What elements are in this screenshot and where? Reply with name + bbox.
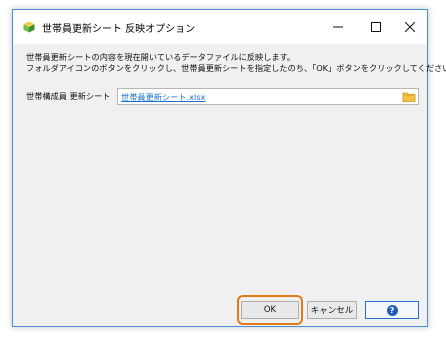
cancel-button[interactable]: キャンセル — [307, 301, 357, 319]
description-line-2: フォルダアイコンのボタンをクリックし、世帯員更新シートを指定したのち、「OK」ボ… — [26, 63, 446, 73]
help-button[interactable]: ? — [365, 301, 419, 319]
update-sheet-label: 世帯構成員 更新シート — [26, 91, 111, 101]
update-sheet-file-field[interactable]: 世帯員更新シート.xlsx — [117, 88, 419, 105]
dialog-window: 世帯員更新シート 反映オプション 世帯員更新シートの内容を現在開いているデータフ… — [12, 9, 446, 327]
close-icon — [405, 22, 415, 32]
help-icon: ? — [386, 304, 398, 316]
folder-icon[interactable] — [402, 90, 416, 103]
description-line-1: 世帯員更新シートの内容を現在開いているデータファイルに反映します。 — [26, 52, 296, 62]
ok-button[interactable]: OK — [241, 301, 299, 319]
window-title: 世帯員更新シート 反映オプション — [42, 24, 196, 35]
description-text: 世帯員更新シートの内容を現在開いているデータファイルに反映します。 フォルダアイ… — [26, 52, 446, 74]
title-bar[interactable]: 世帯員更新シート 反映オプション — [13, 10, 427, 44]
maximize-button[interactable] — [357, 10, 395, 44]
update-sheet-file-link[interactable]: 世帯員更新シート.xlsx — [121, 91, 205, 103]
button-footer: OK キャンセル ? — [13, 292, 427, 326]
minimize-icon — [333, 26, 343, 28]
app-cube-icon — [23, 21, 35, 33]
minimize-button[interactable] — [319, 10, 357, 44]
close-button[interactable] — [391, 10, 429, 44]
maximize-icon — [371, 22, 381, 32]
